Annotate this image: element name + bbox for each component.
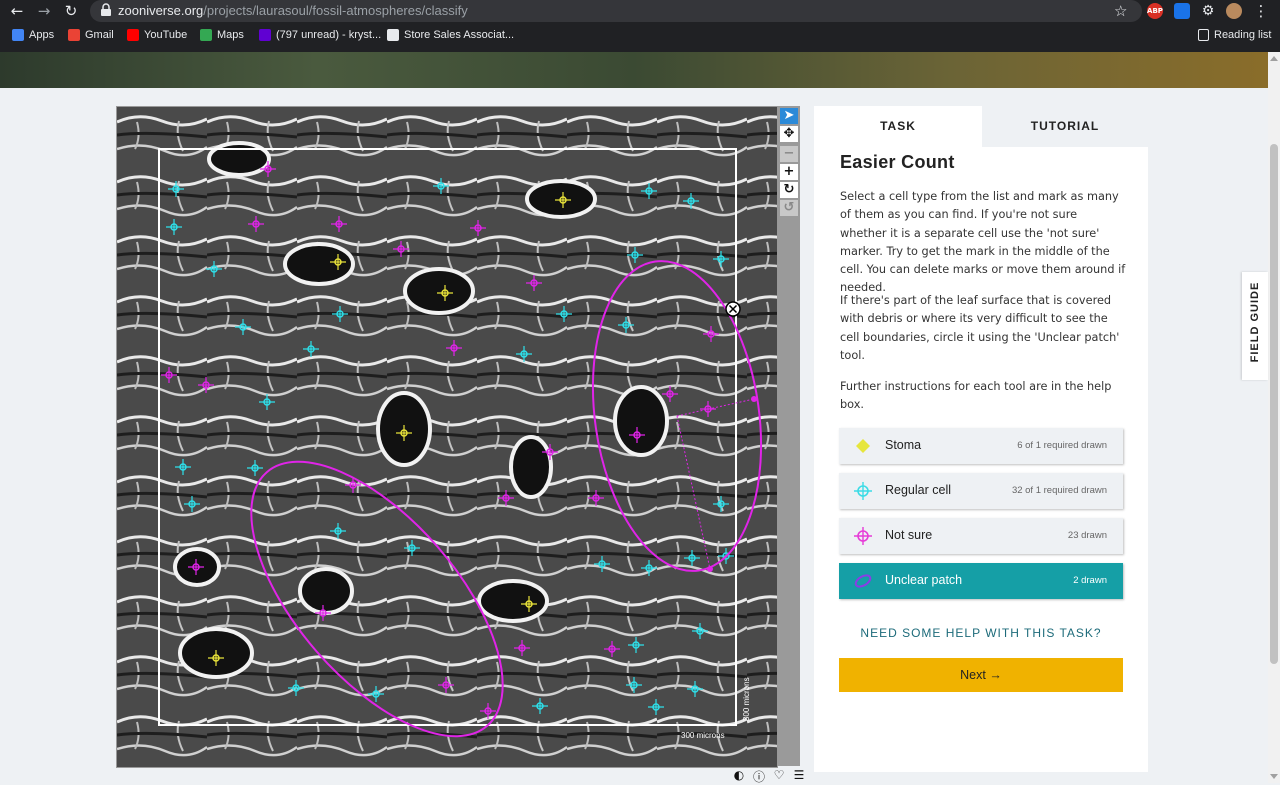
bookmark-item[interactable]: Store Sales Associat...: [387, 29, 514, 41]
scroll-up-icon[interactable]: [1270, 56, 1278, 61]
bookmark-item[interactable]: Gmail: [68, 29, 114, 41]
bookmark-label: Gmail: [85, 29, 114, 41]
subject-meta-icons: ◐ ⓘ ♡ ☰: [732, 768, 806, 785]
crosshair-icon: [854, 482, 872, 500]
pan-tool-icon[interactable]: ✥: [780, 126, 798, 142]
subject-viewer[interactable]: 300 microns 300 microns: [116, 106, 778, 768]
browser-chrome: ← → ↻ zooniverse.org/projects/laurasoul/…: [0, 0, 1280, 52]
task-tabs: TASK TUTORIAL: [814, 106, 1148, 147]
invert-icon[interactable]: ◐: [732, 768, 746, 785]
task-title: Easier Count: [840, 152, 955, 172]
bookmark-item[interactable]: (797 unread) - kryst...: [259, 29, 381, 41]
bookmark-label: YouTube: [144, 29, 188, 41]
bookmark-label: Apps: [29, 29, 55, 41]
ellipse-icon: [854, 574, 872, 588]
bookmarks-bar: Apps Gmail YouTube Maps (797 unread) - kryst…: [0, 26, 1280, 48]
url-text: zooniverse.org/projects/laurasoul/fossil…: [118, 3, 468, 18]
bookmark-star-icon[interactable]: ☆: [1114, 2, 1127, 20]
adblock-plus-icon[interactable]: ABP: [1147, 3, 1163, 19]
crosshair-icon: [854, 527, 872, 545]
viewer-toolbar: ➤ ✥ − + ↻ ↺: [778, 106, 800, 766]
scale-label: 300 microns: [681, 731, 725, 740]
rotate-icon[interactable]: ↻: [780, 182, 798, 198]
tool-unclear-patch-button[interactable]: Unclear patch 2 drawn: [839, 563, 1123, 599]
instruction-paragraph: If there's part of the leaf surface that…: [840, 294, 1120, 362]
reset-icon[interactable]: ↺: [780, 200, 798, 216]
instruction-paragraph: Further instructions for each tool are i…: [840, 380, 1112, 412]
reading-list-label: Reading list: [1214, 29, 1272, 41]
reading-list[interactable]: Reading list: [1198, 29, 1271, 41]
zoom-out-icon[interactable]: −: [780, 146, 798, 162]
address-bar[interactable]: zooniverse.org/projects/laurasoul/fossil…: [90, 0, 1142, 22]
bookmark-item[interactable]: Apps: [12, 29, 54, 41]
tab-task[interactable]: TASK: [814, 106, 982, 147]
favorite-heart-icon[interactable]: ♡: [772, 768, 786, 785]
bookmark-item[interactable]: YouTube: [127, 29, 187, 41]
extension-arrow-icon[interactable]: [1174, 3, 1190, 19]
yahoo-mail-icon: [259, 29, 271, 41]
field-guide-label: FIELD GUIDE: [1249, 281, 1261, 363]
lock-icon: [101, 3, 111, 16]
bookmark-label: Maps: [217, 29, 244, 41]
tool-count: 32 of 1 required drawn: [1011, 485, 1107, 496]
puzzle-extensions-icon[interactable]: ⚙: [1200, 3, 1216, 19]
info-icon[interactable]: ⓘ: [752, 768, 766, 785]
diamond-marker-icon: [856, 439, 870, 453]
forward-icon[interactable]: →: [35, 2, 53, 20]
youtube-icon: [127, 29, 139, 41]
tool-label: Stoma: [885, 438, 922, 452]
tool-count: 2 drawn: [1073, 575, 1107, 586]
menu-kebab-icon[interactable]: ⋮: [1252, 2, 1270, 20]
maps-icon: [200, 29, 212, 41]
tool-stoma-button[interactable]: Stoma 6 of 1 required drawn: [839, 428, 1123, 464]
tool-count: 6 of 1 required drawn: [1017, 440, 1107, 451]
pointer-tool-icon[interactable]: ➤: [780, 108, 798, 124]
zoom-in-icon[interactable]: +: [780, 164, 798, 180]
bookmark-item[interactable]: Maps: [200, 29, 244, 41]
tool-count: 23 drawn: [1067, 530, 1107, 541]
reload-icon[interactable]: ↻: [62, 2, 80, 20]
page-scrollbar[interactable]: [1268, 52, 1280, 783]
back-icon[interactable]: ←: [8, 2, 26, 20]
next-button[interactable]: Next →: [839, 658, 1123, 692]
scroll-down-icon[interactable]: [1270, 774, 1278, 779]
apps-grid-icon: [12, 29, 24, 41]
tool-not-sure-button[interactable]: Not sure 23 drawn: [839, 518, 1123, 554]
tab-tutorial[interactable]: TUTORIAL: [982, 106, 1148, 147]
tool-label: Not sure: [885, 528, 933, 542]
gmail-icon: [68, 29, 80, 41]
tool-label: Regular cell: [885, 483, 952, 497]
project-header-banner: [0, 52, 1268, 88]
help-link[interactable]: NEED SOME HELP WITH THIS TASK?: [814, 626, 1148, 640]
bookmark-label: (797 unread) - kryst...: [276, 29, 382, 41]
a-logo-icon: [387, 29, 399, 41]
collections-list-icon[interactable]: ☰: [792, 768, 806, 785]
avatar[interactable]: [1226, 3, 1242, 19]
delete-mark-button[interactable]: [725, 301, 741, 317]
tool-label: Unclear patch: [885, 573, 963, 587]
field-guide-tab[interactable]: FIELD GUIDE: [1242, 272, 1268, 380]
scroll-thumb[interactable]: [1270, 144, 1278, 664]
task-panel: TASK TUTORIAL Easier Count Select a cell…: [814, 106, 1148, 772]
subject-image[interactable]: 300 microns 300 microns: [117, 107, 777, 767]
reading-list-icon: [1198, 29, 1209, 41]
tool-regular-cell-button[interactable]: Regular cell 32 of 1 required drawn: [839, 473, 1123, 509]
bookmark-label: Store Sales Associat...: [404, 29, 515, 41]
scale-label-vertical: 300 microns: [742, 677, 751, 721]
instruction-paragraph: Select a cell type from the list and mar…: [840, 190, 1126, 295]
